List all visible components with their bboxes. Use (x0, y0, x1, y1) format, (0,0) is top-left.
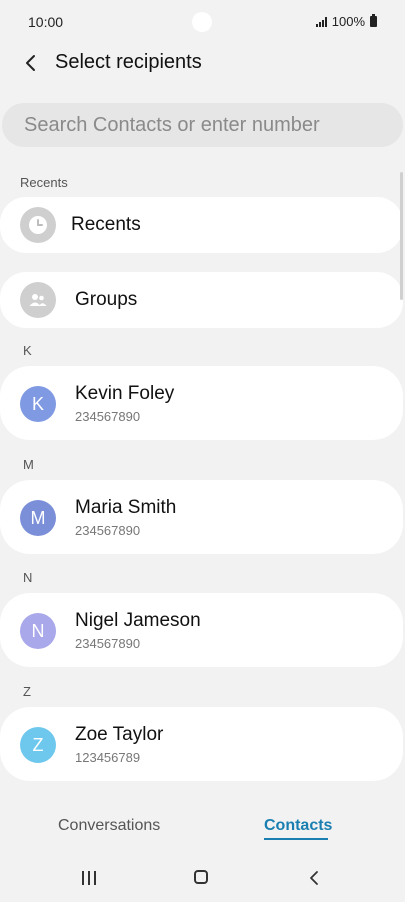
groups-label: Groups (75, 289, 138, 310)
avatar: K (20, 386, 56, 422)
avatar: M (20, 500, 56, 536)
recents-item[interactable]: Recents (0, 197, 403, 253)
groups-icon (20, 282, 56, 318)
system-back-button[interactable] (308, 869, 320, 892)
active-tab-indicator (264, 838, 328, 840)
home-button[interactable] (194, 870, 208, 884)
recent-apps-button[interactable] (82, 871, 96, 885)
recents-label: Recents (71, 214, 141, 235)
contact-name: Zoe Taylor (75, 724, 164, 745)
contact-number: 234567890 (75, 409, 141, 424)
contact-name: Maria Smith (75, 497, 177, 518)
section-label-k: K (23, 343, 32, 358)
contact-row[interactable]: N Nigel Jameson 234567890 (0, 593, 403, 667)
tab-contacts[interactable]: Contacts (264, 817, 332, 835)
avatar: N (20, 613, 56, 649)
status-indicators: 100% (315, 14, 377, 29)
contact-name: Kevin Foley (75, 383, 175, 404)
signal-icon (315, 16, 327, 27)
contact-number: 234567890 (75, 636, 141, 651)
clock-icon (20, 207, 56, 243)
section-label-m: M (23, 457, 34, 472)
status-time: 10:00 (28, 14, 64, 30)
contact-row[interactable]: Z Zoe Taylor 123456789 (0, 707, 403, 781)
tab-conversations[interactable]: Conversations (58, 817, 160, 835)
contact-name: Nigel Jameson (75, 610, 201, 631)
section-label-z: Z (23, 684, 31, 699)
search-input[interactable] (2, 103, 403, 147)
back-arrow-icon (26, 55, 35, 71)
camera-cutout (192, 12, 212, 32)
battery-icon (370, 14, 377, 27)
page-title: Select recipients (55, 51, 202, 73)
section-label-recents: Recents (20, 175, 68, 190)
battery-percent: 100% (331, 14, 365, 29)
groups-item[interactable]: Groups (0, 272, 403, 328)
contact-row[interactable]: K Kevin Foley 234567890 (0, 366, 403, 440)
chevron-left-icon (310, 871, 318, 885)
avatar: Z (20, 727, 56, 763)
section-label-n: N (23, 570, 33, 585)
scrollbar[interactable] (400, 172, 403, 300)
contact-number: 123456789 (75, 750, 141, 765)
contact-number: 234567890 (75, 523, 141, 538)
contact-row[interactable]: M Maria Smith 234567890 (0, 480, 403, 554)
back-button[interactable] (14, 46, 48, 80)
